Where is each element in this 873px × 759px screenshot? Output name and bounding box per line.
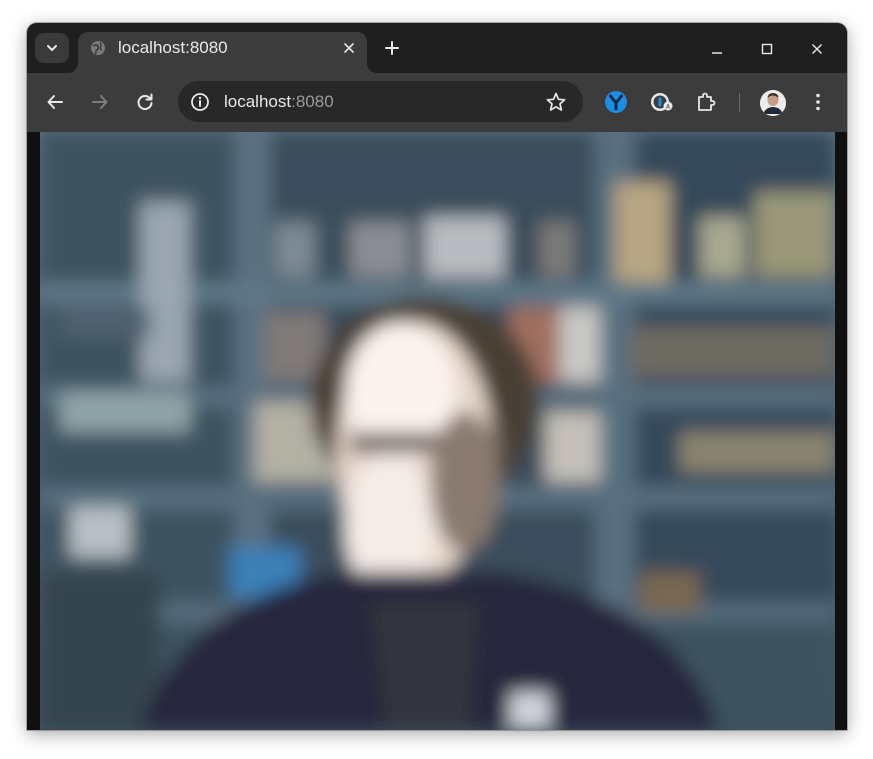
maximize-button[interactable]: [754, 36, 780, 62]
blurred-webcam-frame: [40, 132, 835, 730]
url-port: :8080: [291, 92, 334, 111]
star-icon[interactable]: [545, 91, 567, 113]
minimize-button[interactable]: [704, 36, 730, 62]
arrow-left-icon: [47, 95, 63, 109]
address-bar[interactable]: localhost:8080: [178, 81, 583, 122]
url-host: localhost: [224, 92, 292, 111]
minimize-icon: [712, 52, 722, 54]
password-manager-icon: A: [651, 93, 673, 111]
extension-password-button[interactable]: A: [650, 90, 674, 114]
new-tab-button[interactable]: [380, 36, 404, 60]
reload-icon: [137, 93, 153, 110]
url-text[interactable]: localhost:8080: [224, 91, 334, 113]
tab-search-button[interactable]: [35, 33, 69, 63]
info-icon[interactable]: [190, 92, 210, 112]
reload-button[interactable]: [133, 90, 157, 114]
arrow-right-icon: [92, 95, 108, 109]
profile-avatar-icon: [760, 90, 786, 116]
page-content: [27, 132, 847, 730]
tab-title: localhost:8080: [118, 38, 228, 57]
close-icon: [344, 43, 354, 53]
y-badge-icon: [605, 91, 627, 113]
forward-button[interactable]: [88, 90, 112, 114]
more-vertical-icon: [816, 93, 820, 111]
webcam-video: [40, 132, 835, 730]
maximize-icon: [761, 43, 773, 55]
close-window-button[interactable]: [804, 36, 830, 62]
tab-active[interactable]: localhost:8080: [78, 32, 367, 73]
browser-menu-button[interactable]: [806, 90, 830, 114]
puzzle-icon: [698, 92, 716, 111]
globe-icon: [91, 41, 105, 55]
close-icon: [812, 44, 822, 54]
extensions-button[interactable]: [695, 90, 719, 114]
tab-strip: localhost:8080: [27, 23, 847, 73]
chevron-down-icon: [47, 45, 57, 51]
browser-window: localhost:8080 localhost:8080 A: [27, 23, 847, 730]
extension-y-button[interactable]: [604, 90, 628, 114]
toolbar-divider: [739, 93, 740, 112]
avatar[interactable]: [760, 90, 786, 116]
toolbar: localhost:8080 A: [27, 73, 847, 182]
plus-icon: [385, 41, 399, 55]
back-button[interactable]: [43, 90, 67, 114]
tab-close-button[interactable]: [339, 38, 359, 58]
